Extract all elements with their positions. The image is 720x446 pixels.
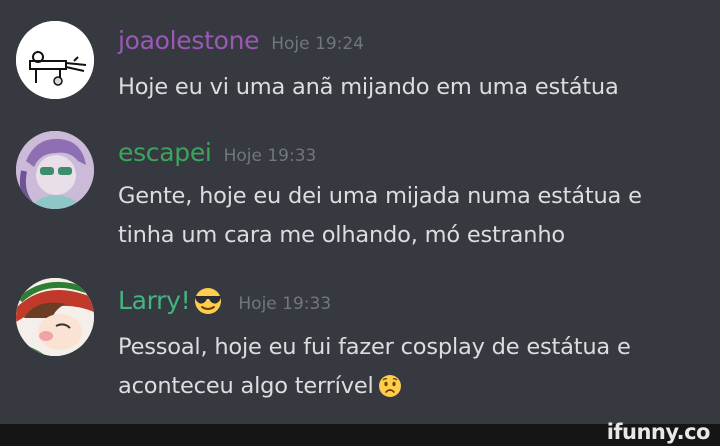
timestamp: Hoje 19:33 (238, 294, 332, 314)
sunglasses-emoji-icon (192, 287, 224, 321)
message-text: Pessoal, hoje eu fui fazer cosplay de es… (118, 328, 688, 411)
username[interactable]: escapei (118, 138, 212, 167)
message-text-content: Pessoal, hoje eu fui fazer cosplay de es… (118, 334, 631, 399)
avatar-anime-character-icon (16, 131, 94, 209)
avatar[interactable] (16, 21, 94, 99)
timestamp: Hoje 19:33 (223, 146, 317, 166)
username-text: Larry! (118, 286, 191, 315)
watermark-bar: ifunny.co (0, 420, 720, 446)
ifunny-watermark: ifunny.co (606, 420, 711, 444)
avatar[interactable] (16, 278, 94, 356)
username[interactable]: joaolestone (118, 26, 260, 55)
timestamp: Hoje 19:24 (271, 34, 364, 54)
message-text: Hoje eu vi uma anã mijando em uma estátu… (118, 74, 619, 100)
message-text: Gente, hoje eu dei uma mijada numa estát… (118, 183, 642, 248)
username[interactable]: Larry! (118, 286, 224, 321)
avatar-drawing-icon (16, 21, 94, 99)
worried-face-emoji-icon (378, 372, 402, 411)
avatar[interactable] (16, 131, 94, 209)
chat-message-list: joaolestone Hoje 19:24 Hoje eu vi uma an… (0, 0, 720, 424)
avatar-cartoon-character-icon (16, 278, 94, 356)
